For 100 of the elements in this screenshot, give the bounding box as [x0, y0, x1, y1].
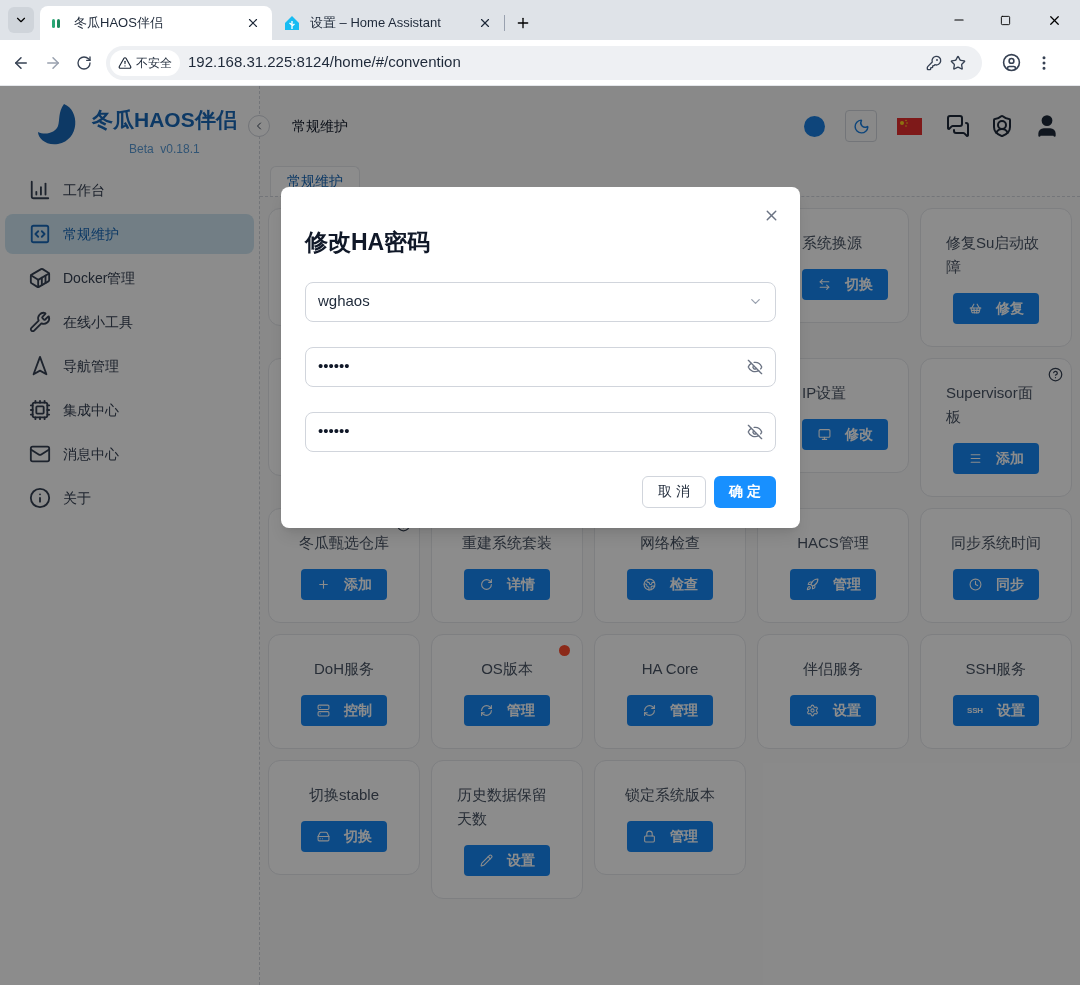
key-icon[interactable] [926, 54, 942, 71]
action-button[interactable]: 同步 [953, 569, 1039, 600]
password-field[interactable]: •••••• [305, 346, 776, 387]
action-button[interactable]: 切换 [802, 269, 888, 300]
sidebar-item[interactable]: 集成中心 [5, 390, 254, 430]
refresh-icon [479, 704, 493, 717]
sidebar-item[interactable]: Docker管理 [5, 258, 254, 298]
address-bar[interactable]: 不安全 192.168.31.225:8124/home/#/convention [106, 45, 982, 80]
tab-list-button[interactable] [8, 7, 34, 33]
card-title: Supervisor面板 [946, 383, 1034, 427]
mail-icon [29, 443, 51, 465]
tab-title: 设置 – Home Assistant [310, 14, 442, 33]
sidebar-item[interactable]: 工作台 [5, 170, 254, 210]
flag-icon[interactable] [897, 117, 922, 135]
card-title: 切换stable [309, 785, 379, 805]
lock-icon [642, 830, 656, 843]
action-button[interactable]: SSH 设置 [953, 695, 1039, 726]
card-title: SSH服务 [965, 659, 1027, 679]
card-title: HACS管理 [797, 533, 869, 553]
profile-icon[interactable] [1002, 53, 1021, 72]
action-button[interactable]: 设置 [464, 845, 550, 876]
action-button[interactable]: 管理 [627, 695, 713, 726]
browser-tab[interactable]: 设置 – Home Assistant [272, 6, 504, 40]
close-icon[interactable] [246, 16, 260, 30]
sidebar-item[interactable]: 在线小工具 [5, 302, 254, 342]
action-button[interactable]: 管理 [627, 821, 713, 852]
action-button[interactable]: 添加 [953, 443, 1039, 474]
swap-icon [817, 278, 831, 291]
page-title: 常规维护 [292, 116, 349, 136]
action-button[interactable]: 切换 [301, 821, 387, 852]
eye-off-icon[interactable] [747, 358, 763, 375]
pencil-icon [479, 854, 493, 867]
shield-icon[interactable] [990, 114, 1014, 138]
wrench-icon [29, 311, 51, 333]
tab-title: 冬瓜HAOS伴侣 [74, 14, 164, 33]
maximize-icon[interactable] [1000, 14, 1011, 26]
sidebar-item[interactable]: 导航管理 [5, 346, 254, 386]
action-button[interactable]: 详情 [464, 569, 550, 600]
bookmark-icon[interactable] [950, 54, 966, 71]
menu-icon [968, 452, 982, 465]
security-chip[interactable]: 不安全 [110, 49, 180, 76]
sidebar-item[interactable]: 关于 [5, 478, 254, 518]
action-button[interactable]: 设置 [790, 695, 876, 726]
card-title: HA Core [641, 659, 699, 679]
new-tab-icon[interactable] [515, 15, 531, 31]
action-button[interactable]: 添加 [301, 569, 387, 600]
card-title: 修复Su启动故障 [946, 233, 1041, 277]
refresh-icon [642, 704, 656, 717]
ssh-icon: SSH [967, 704, 983, 717]
sidebar-item[interactable]: 消息中心 [5, 434, 254, 474]
card-title: 锁定系统版本 [625, 785, 715, 805]
card-title: OS版本 [481, 659, 533, 679]
settings-icon [805, 704, 819, 717]
url-text: 192.168.31.225:8124/home/#/convention [188, 52, 462, 73]
chart-icon [29, 179, 51, 201]
action-button[interactable]: 修复 [953, 293, 1039, 324]
warning-icon [118, 55, 132, 70]
version-text: Beta v0.18.1 [129, 140, 200, 158]
action-button[interactable]: 检查 [627, 569, 713, 600]
card-title: 同步系统时间 [951, 533, 1041, 553]
clock-icon [968, 578, 982, 591]
action-button[interactable]: 管理 [790, 569, 876, 600]
rocket-icon [805, 578, 819, 591]
chat-icon[interactable] [946, 114, 970, 138]
info-icon [29, 487, 51, 509]
card-title: 重建系统套装 [462, 533, 552, 553]
card-title: 系统换源 [802, 233, 862, 253]
action-button[interactable]: 管理 [464, 695, 550, 726]
action-button[interactable]: 修改 [802, 419, 888, 450]
dialog-title: 修改HA密码 [305, 228, 432, 257]
user-select[interactable]: wghaos [305, 281, 776, 322]
container-icon [29, 267, 51, 289]
card-title: 冬瓜甄选仓库 [299, 533, 389, 553]
drive-icon [316, 830, 330, 843]
basket-icon [968, 302, 982, 315]
card-title: 网络检查 [640, 533, 700, 553]
moon-icon [852, 117, 870, 135]
chip-icon [29, 399, 51, 421]
reload-icon[interactable] [76, 54, 92, 71]
house-icon [284, 15, 300, 31]
help-icon[interactable] [1048, 367, 1063, 382]
monitor-icon [817, 428, 831, 441]
card-title: 历史数据保留天数 [457, 785, 548, 829]
server-icon [316, 704, 330, 717]
theme-button[interactable] [845, 110, 877, 142]
close-icon[interactable] [478, 16, 492, 30]
globe-icon [642, 578, 656, 591]
card-title: 伴侣服务 [803, 659, 863, 679]
card-title: IP设置 [802, 383, 847, 403]
eye-off-icon[interactable] [747, 423, 763, 440]
confirm-button[interactable]: 确 定 [714, 475, 776, 508]
password-field[interactable]: •••••• [305, 411, 776, 452]
brand-name: 冬瓜HAOS伴侣 [92, 107, 237, 133]
plus-icon [316, 578, 330, 591]
action-button[interactable]: 控制 [301, 695, 387, 726]
sidebar-item[interactable]: 常规维护 [5, 214, 254, 254]
browser-tab[interactable]: 冬瓜HAOS伴侣 [40, 6, 272, 40]
rotate-icon [479, 578, 493, 591]
card-title: DoH服务 [314, 659, 374, 679]
cancel-button[interactable]: 取 消 [642, 475, 707, 508]
